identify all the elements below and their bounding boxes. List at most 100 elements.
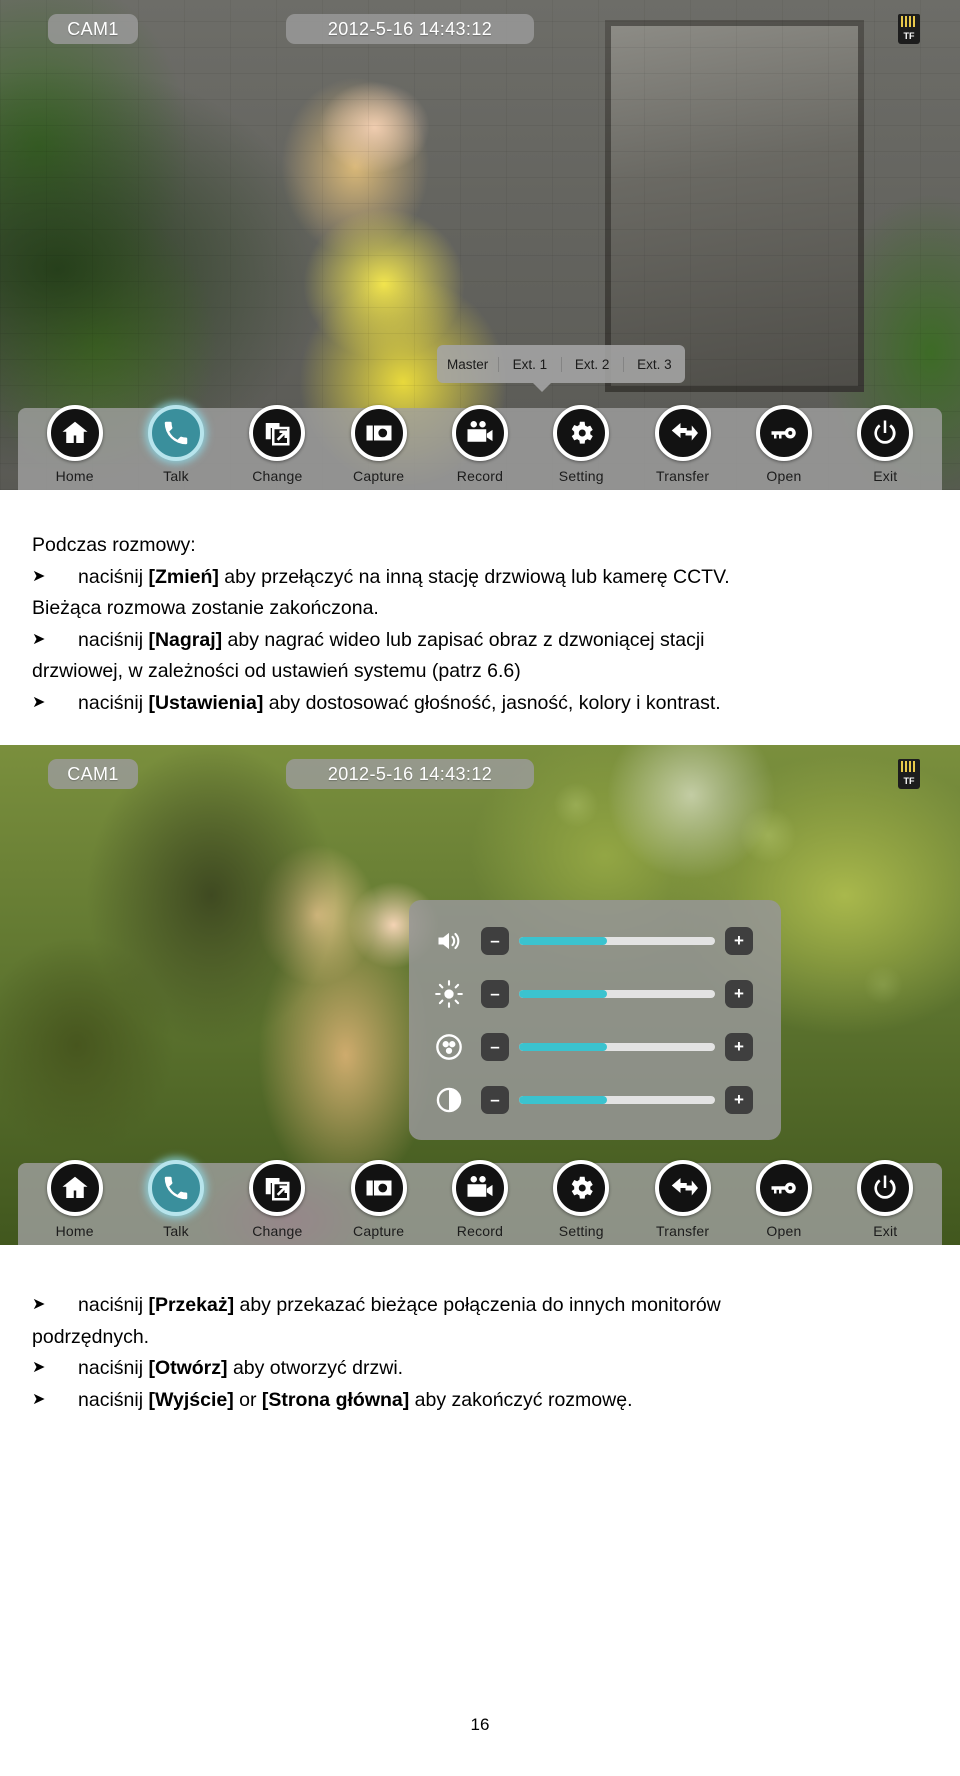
power-icon <box>857 405 914 461</box>
ext-option-ext2[interactable]: Ext. 2 <box>562 356 624 372</box>
home-icon <box>46 1160 103 1216</box>
color-decrement-button[interactable]: – <box>481 1032 509 1061</box>
toolbar-label-setting: Setting <box>558 1223 604 1239</box>
toolbar-label-talk: Talk <box>163 468 189 484</box>
home-icon <box>46 405 103 461</box>
key-icon <box>755 405 812 461</box>
key-icon <box>755 1160 812 1216</box>
toolbar-button-transfer[interactable]: Transfer <box>640 405 726 484</box>
contrast-slider-fill <box>519 1095 608 1104</box>
contrast-increment-button[interactable]: + <box>725 1085 753 1114</box>
slider-row-contrast: – + <box>427 1078 763 1122</box>
toolbar-label-capture: Capture <box>353 468 405 484</box>
instruction-prefix: naciśnij <box>78 1294 149 1316</box>
toolbar-button-home[interactable]: Home <box>32 405 118 484</box>
toolbar-button-home[interactable]: Home <box>32 1160 118 1239</box>
sun-icon <box>427 979 471 1008</box>
toolbar-button-exit[interactable]: Exit <box>842 405 928 484</box>
instruction-text: naciśnij [Wyjście] or [Strona główna] ab… <box>78 1385 960 1417</box>
toolbar-button-transfer[interactable]: Transfer <box>640 1160 726 1239</box>
instruction-item: ➤ naciśnij [Ustawienia] aby dostosować g… <box>32 688 960 720</box>
instruction-keyword-2: [Strona główna] <box>261 1388 410 1411</box>
volume-slider-track[interactable] <box>519 936 715 945</box>
intercom-screenshot-settings: CAM1 2012-5-16 14:43:12 TF – + – + – + –… <box>0 745 960 1245</box>
toolbar-label-home: Home <box>55 468 94 484</box>
toolbar-button-open[interactable]: Open <box>741 1160 827 1239</box>
instruction-text: naciśnij [Przekaż] aby przekazać bieżące… <box>78 1290 960 1322</box>
volume-decrement-button[interactable]: – <box>481 926 509 955</box>
power-icon <box>857 1160 914 1216</box>
color-slider-fill <box>519 1042 608 1051</box>
tf-card-pins <box>901 761 917 772</box>
ext-option-ext1[interactable]: Ext. 1 <box>499 356 562 372</box>
toolbar-button-talk[interactable]: Talk <box>133 405 219 484</box>
toolbar-button-setting[interactable]: Setting <box>538 405 624 484</box>
instruction-suffix: aby przełączyć na inną stację drzwiową l… <box>218 565 730 588</box>
tf-card-pins <box>901 16 917 27</box>
instructions-bottom: ➤ naciśnij [Przekaż] aby przekazać bieżą… <box>0 1290 960 1416</box>
instruction-text: naciśnij [Ustawienia] aby dostosować gło… <box>78 688 960 720</box>
toolbar-button-capture[interactable]: Capture <box>336 1160 422 1239</box>
instruction-prefix: naciśnij <box>78 691 149 714</box>
camera-channel-badge: CAM1 <box>48 14 138 44</box>
tf-card-label: TF <box>903 31 915 41</box>
page-number: 16 <box>470 1715 490 1734</box>
brightness-slider-track[interactable] <box>519 989 715 998</box>
instruction-keyword: [Nagraj] <box>148 628 223 651</box>
toolbar-button-talk[interactable]: Talk <box>133 1160 219 1239</box>
instruction-continuation: Bieżąca rozmowa zostanie zakończona. <box>32 597 379 620</box>
toolbar-button-open[interactable]: Open <box>741 405 827 484</box>
instruction-keyword: [Ustawienia] <box>148 691 264 714</box>
toolbar-button-record[interactable]: Record <box>437 1160 523 1239</box>
brightness-increment-button[interactable]: + <box>725 979 753 1008</box>
switch-window-icon <box>249 405 306 461</box>
volume-increment-button[interactable]: + <box>725 926 753 955</box>
toolbar-button-change[interactable]: Change <box>234 1160 320 1239</box>
transfer-arrow-icon <box>654 405 711 461</box>
toolbar-button-change[interactable]: Change <box>234 405 320 484</box>
toolbar-label-exit: Exit <box>873 468 898 484</box>
instruction-continuation: podrzędnych. <box>32 1325 150 1348</box>
bottom-toolbar: Home Talk Change Capture Record Setting … <box>18 1160 942 1245</box>
video-camera-icon <box>451 405 508 461</box>
gear-icon <box>553 405 610 461</box>
speaker-icon <box>427 927 471 955</box>
brightness-decrement-button[interactable]: – <box>481 979 509 1008</box>
instruction-keyword: [Wyjście] <box>148 1388 234 1411</box>
toolbar-label-change: Change <box>252 1223 303 1239</box>
scene-window <box>604 19 864 392</box>
toolbar-button-exit[interactable]: Exit <box>842 1160 928 1239</box>
instruction-suffix: aby zakończyć rozmowę. <box>409 1388 633 1411</box>
bullet-arrow-icon: ➤ <box>32 567 46 585</box>
camera-channel-badge: CAM1 <box>48 759 138 789</box>
instruction-text: naciśnij [Otwórz] aby otworzyć drzwi. <box>78 1353 960 1385</box>
bullet-arrow-icon: ➤ <box>32 693 46 711</box>
contrast-slider-track[interactable] <box>519 1095 715 1104</box>
timestamp-badge: 2012-5-16 14:43:12 <box>286 14 534 44</box>
volume-slider-fill <box>519 936 608 945</box>
toolbar-label-exit: Exit <box>873 1223 898 1239</box>
instruction-suffix: aby dostosować głośność, jasność, kolory… <box>263 691 721 714</box>
ext-option-master[interactable]: Master <box>437 356 500 372</box>
toolbar-label-transfer: Transfer <box>656 468 710 484</box>
slider-row-color: – + <box>427 1025 763 1069</box>
instruction-text: naciśnij [Nagraj] aby nagrać wideo lub z… <box>78 625 960 657</box>
toolbar-label-home: Home <box>55 1223 94 1239</box>
contrast-decrement-button[interactable]: – <box>481 1085 509 1114</box>
color-slider-track[interactable] <box>519 1042 715 1051</box>
contrast-icon <box>427 1086 471 1114</box>
instruction-suffix: aby otworzyć drzwi. <box>227 1357 404 1380</box>
color-increment-button[interactable]: + <box>725 1032 753 1061</box>
toolbar-button-record[interactable]: Record <box>437 405 523 484</box>
extension-selector-popup[interactable]: Master Ext. 1 Ext. 2 Ext. 3 <box>437 345 685 392</box>
toolbar-label-setting: Setting <box>558 468 604 484</box>
toolbar-label-open: Open <box>766 468 802 484</box>
instruction-item: ➤ naciśnij [Nagraj] aby nagrać wideo lub… <box>32 625 960 657</box>
toolbar-button-setting[interactable]: Setting <box>538 1160 624 1239</box>
ext-option-ext3[interactable]: Ext. 3 <box>624 357 685 372</box>
phone-icon <box>147 1160 204 1216</box>
instruction-continuation: drzwiowej, w zależności od ustawień syst… <box>32 660 521 683</box>
toolbar-button-capture[interactable]: Capture <box>336 405 422 484</box>
tf-card-icon: TF <box>898 14 920 44</box>
video-camera-icon <box>451 1160 508 1216</box>
